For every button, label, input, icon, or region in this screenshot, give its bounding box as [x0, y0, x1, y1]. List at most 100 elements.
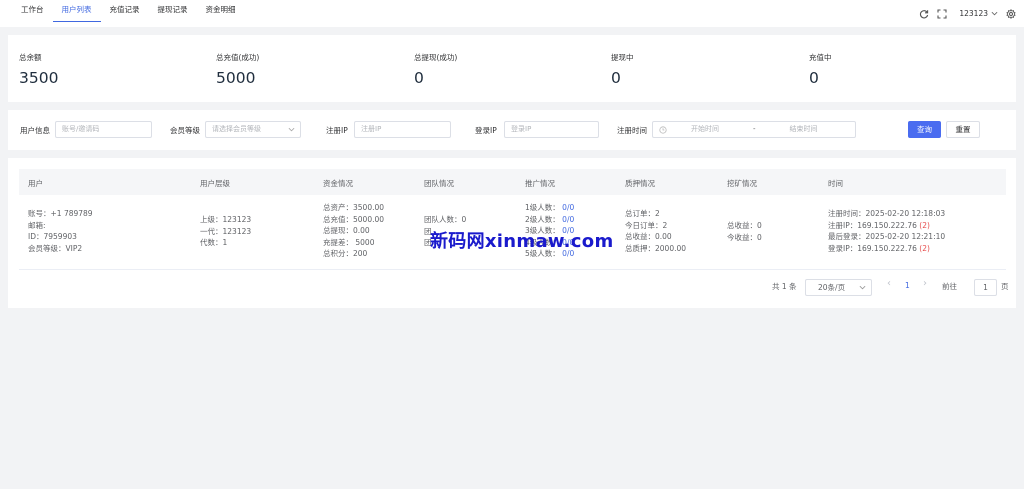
stat-total-withdraw: 总提现(成功) 0 — [414, 52, 457, 87]
stat-value: 3500 — [19, 69, 59, 87]
member-level-placeholder: 请选择会员等级 — [212, 125, 261, 133]
level-parent: 上级：123123 — [200, 215, 252, 224]
chevron-down-icon — [859, 285, 866, 290]
goto-label: 前往 — [942, 282, 957, 291]
login-ip-label: 登录IP — [475, 126, 497, 135]
col-header-level: 用户层级 — [200, 179, 230, 188]
funds-total-withdraw: 总提现：0.00 — [323, 226, 370, 235]
promo-level-2-link[interactable]: 0/0 — [562, 215, 574, 224]
fullscreen-icon[interactable] — [937, 8, 947, 19]
stat-value: 0 — [414, 69, 424, 87]
cell-pledge: 总订单：2 今日订单：2 总收益：0.00 总质押：2000.00 — [625, 208, 686, 254]
stat-value: 5000 — [216, 69, 256, 87]
tab-bar: 工作台 用户列表 充值记录 提现记录 资金明细 — [12, 0, 245, 22]
tab-dashboard[interactable]: 工作台 — [12, 0, 53, 22]
promo-level-1: 1级人数： 0/0 — [525, 203, 575, 212]
end-time-input[interactable]: 结束时间 — [790, 122, 818, 137]
register-ip-count[interactable]: (2) — [919, 221, 930, 230]
pledge-total-earnings: 总收益：0.00 — [625, 232, 672, 241]
cell-time: 注册时间：2025-02-20 12:18:03 注册IP：169.150.22… — [828, 208, 945, 254]
stat-label: 总提现(成功) — [414, 53, 458, 62]
stat-value: 0 — [809, 69, 819, 87]
search-button[interactable]: 查询 — [908, 121, 941, 138]
level-generation: 代数：1 — [200, 238, 228, 247]
stat-total-balance: 总余额 3500 — [19, 52, 58, 87]
page-suffix: 页 — [1001, 282, 1009, 291]
chevron-down-icon — [991, 11, 998, 16]
register-time-label: 注册时间 — [617, 126, 647, 135]
prev-page-button[interactable]: ‹ — [887, 278, 891, 289]
filter-form: 用户信息 账号/邀请码 会员等级 请选择会员等级 注册IP 注册IP 登录IP … — [8, 110, 1016, 150]
stat-total-recharge: 总充值(成功) 5000 — [216, 52, 259, 87]
promo-level-1-link[interactable]: 0/0 — [562, 203, 574, 212]
tab-recharge-records[interactable]: 充值记录 — [101, 0, 149, 22]
login-ip-input[interactable]: 登录IP — [504, 121, 599, 138]
team-count: 团队人数：0 — [424, 215, 467, 224]
col-header-user: 用户 — [28, 179, 43, 188]
pagination-total: 共 1 条 — [772, 282, 797, 291]
username: 123123 — [959, 9, 988, 18]
cell-user: 账号：+1 789789 邮箱: ID：7959903 会员等级：VIP2 — [28, 208, 93, 254]
register-ip: 注册IP：169.150.222.76 (2) — [828, 220, 930, 230]
cell-funds: 总资产：3500.00 总充值：5000.00 总提现：0.00 充提差： 50… — [323, 202, 384, 260]
user-info-label: 用户信息 — [20, 126, 50, 135]
user-email: 邮箱: — [28, 220, 46, 230]
funds-difference: 充提差： 5000 — [323, 237, 375, 247]
user-account: 账号：+1 789789 — [28, 209, 93, 218]
range-separator: - — [753, 125, 756, 133]
login-ip-count[interactable]: (2) — [919, 244, 930, 253]
start-time-input[interactable]: 开始时间 — [691, 122, 719, 137]
register-ip-label: 注册IP — [326, 126, 348, 135]
chevron-down-icon — [288, 127, 295, 132]
next-page-button[interactable]: › — [923, 278, 927, 289]
cell-mining: 总收益：0 今收益：0 — [727, 220, 762, 243]
page-size-select[interactable]: 20条/页 — [805, 279, 872, 296]
page-number-current[interactable]: 1 — [905, 281, 910, 290]
col-header-team: 团队情况 — [424, 179, 454, 188]
level-first-gen: 一代：123123 — [200, 226, 252, 236]
member-level-label: 会员等级 — [170, 126, 200, 135]
mining-total-earnings: 总收益：0 — [727, 221, 762, 230]
col-header-mining: 挖矿情况 — [727, 179, 757, 188]
tab-user-list[interactable]: 用户列表 — [52, 0, 101, 22]
top-navbar: 工作台 用户列表 充值记录 提现记录 资金明细 123123 — [0, 0, 1024, 27]
cell-level: 上级：123123 一代：123123 代数：1 — [200, 214, 251, 249]
stat-recharging: 充值中 0 — [809, 52, 832, 87]
last-login-time: 最后登录：2025-02-20 12:21:10 — [828, 232, 946, 241]
goto-page-input[interactable]: 1 — [974, 279, 997, 296]
pledge-total-orders: 总订单：2 — [625, 209, 660, 218]
clock-icon — [659, 125, 667, 134]
settings-gear-icon[interactable] — [1006, 8, 1016, 19]
mining-today-earnings: 今收益：0 — [727, 232, 762, 242]
col-header-funds: 资金情况 — [323, 179, 353, 188]
watermark-text: 新码网xinmaw.com — [430, 231, 614, 252]
user-vip-level: 会员等级：VIP2 — [28, 243, 83, 253]
stat-label: 提现中 — [611, 53, 634, 62]
funds-total-recharge: 总充值：5000.00 — [323, 214, 385, 224]
reset-button[interactable]: 重置 — [946, 121, 980, 138]
stat-withdrawing: 提现中 0 — [611, 52, 634, 87]
promo-level-2: 2级人数： 0/0 — [525, 214, 575, 224]
login-ip: 登录IP：169.150.222.76 (2) — [828, 243, 930, 253]
register-time: 注册时间：2025-02-20 12:18:03 — [828, 209, 946, 218]
col-header-promotion: 推广情况 — [525, 179, 555, 188]
stat-label: 总充值(成功) — [216, 53, 260, 62]
stat-value: 0 — [611, 69, 621, 87]
table-header: 用户 用户层级 资金情况 团队情况 推广情况 质押情况 挖矿情况 时间 — [19, 169, 1006, 195]
col-header-pledge: 质押情况 — [625, 179, 655, 188]
user-id: ID：7959903 — [28, 232, 77, 241]
member-level-select[interactable]: 请选择会员等级 — [205, 121, 301, 138]
register-ip-input[interactable]: 注册IP — [354, 121, 451, 138]
register-time-range[interactable]: 开始时间 - 结束时间 — [652, 121, 856, 138]
user-info-input[interactable]: 账号/邀请码 — [55, 121, 152, 138]
pledge-total-pledged: 总质押：2000.00 — [625, 243, 687, 253]
tab-withdraw-records[interactable]: 提现记录 — [149, 0, 197, 22]
user-menu[interactable]: 123123 — [959, 9, 998, 18]
tab-fund-details[interactable]: 资金明细 — [197, 0, 245, 22]
stats-panel: 总余额 3500 总充值(成功) 5000 总提现(成功) 0 提现中 0 充值… — [8, 35, 1016, 102]
funds-total-points: 总积分：200 — [323, 249, 368, 258]
refresh-icon[interactable] — [919, 9, 929, 19]
pledge-today-orders: 今日订单：2 — [625, 220, 668, 230]
top-right-tools: 123123 — [911, 7, 1016, 20]
page-size-value: 20条/页 — [818, 283, 846, 292]
